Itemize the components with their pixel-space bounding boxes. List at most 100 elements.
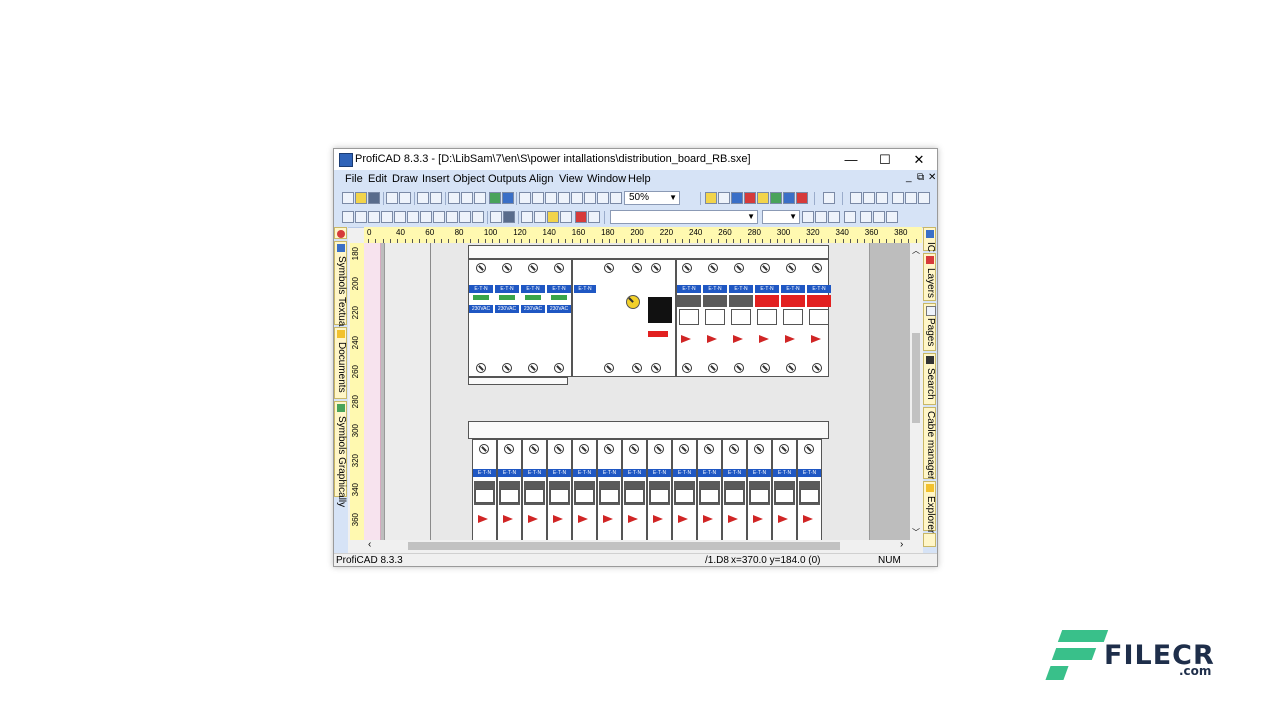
print-preview-icon[interactable] <box>417 192 429 204</box>
menu-align[interactable]: Align <box>529 173 553 185</box>
book-icon[interactable] <box>783 192 795 204</box>
open-icon[interactable] <box>355 192 367 204</box>
menu-object[interactable]: Object <box>453 173 485 185</box>
tab-symbols-graphically[interactable]: Symbols Graphically <box>334 401 347 507</box>
text-align-center-icon[interactable] <box>873 211 885 223</box>
label-icon[interactable] <box>547 211 559 223</box>
text-align-left-icon[interactable] <box>860 211 872 223</box>
mdi-restore-button[interactable]: ⧉ <box>917 172 924 183</box>
zoom-window-icon[interactable] <box>519 192 531 204</box>
tab-ic[interactable]: IC <box>923 227 936 252</box>
zoom-combo[interactable]: 50% ▼ <box>624 191 680 205</box>
junction-icon[interactable] <box>534 211 546 223</box>
horizontal-scrollbar[interactable]: ‹ › <box>364 539 910 552</box>
bus-icon[interactable] <box>560 211 572 223</box>
tab-pages[interactable]: Pages <box>923 303 936 351</box>
tab-search[interactable]: Search <box>923 353 936 405</box>
heart-icon[interactable] <box>744 192 756 204</box>
scroll-up-icon[interactable]: ︿ <box>912 245 920 256</box>
cube-icon[interactable] <box>770 192 782 204</box>
text-icon[interactable] <box>490 211 502 223</box>
favorites-tab[interactable] <box>334 227 347 239</box>
new-icon[interactable] <box>342 192 354 204</box>
vertical-scroll-thumb[interactable] <box>912 333 920 423</box>
polyline-icon[interactable] <box>355 211 367 223</box>
menu-edit[interactable]: Edit <box>368 173 387 185</box>
cut-icon[interactable] <box>448 192 460 204</box>
scroll-left-icon[interactable]: ‹ <box>368 539 371 550</box>
align-right-icon[interactable] <box>876 192 888 204</box>
undo-icon[interactable] <box>386 192 398 204</box>
drawing-canvas[interactable]: E·T·N 230VAC E·T·N 230VAC E·T·N 230VAC E·T·N 23… <box>364 243 910 540</box>
pan-hand-icon[interactable] <box>588 211 600 223</box>
circle-icon[interactable] <box>420 211 432 223</box>
mdi-minimize-button[interactable]: _ <box>906 172 912 183</box>
hatch-icon[interactable] <box>472 211 484 223</box>
align-left-icon[interactable] <box>850 192 862 204</box>
zoom-page-icon[interactable] <box>571 192 583 204</box>
image-icon[interactable] <box>489 192 501 204</box>
minimize-button[interactable]: — <box>834 149 868 170</box>
star-icon[interactable] <box>757 192 769 204</box>
magnifier-icon[interactable] <box>610 192 622 204</box>
picture-icon[interactable] <box>502 192 514 204</box>
tree-icon[interactable] <box>731 192 743 204</box>
tab-cable-manager[interactable]: Cable manager <box>923 407 936 479</box>
zoom-in-icon[interactable] <box>532 192 544 204</box>
align-center-icon[interactable] <box>863 192 875 204</box>
align-top-icon[interactable] <box>892 192 904 204</box>
tab-explorer[interactable]: Explorer <box>923 481 936 533</box>
underline-icon[interactable] <box>828 211 840 223</box>
bold-icon[interactable] <box>802 211 814 223</box>
bezier-icon[interactable] <box>381 211 393 223</box>
cloud-icon[interactable] <box>459 211 471 223</box>
select-region-icon[interactable] <box>823 192 835 204</box>
line-icon[interactable] <box>342 211 354 223</box>
rectangle-icon[interactable] <box>394 211 406 223</box>
zoom-width-icon[interactable] <box>584 192 596 204</box>
hourglass-icon[interactable] <box>433 211 445 223</box>
maximize-button[interactable]: ☐ <box>868 149 902 170</box>
table-icon[interactable] <box>503 211 515 223</box>
italic-icon[interactable] <box>815 211 827 223</box>
menu-outputs[interactable]: Outputs <box>488 173 527 185</box>
zoom-all-icon[interactable] <box>597 192 609 204</box>
menu-file[interactable]: File <box>345 173 363 185</box>
scroll-down-icon[interactable]: ﹀ <box>912 527 920 538</box>
horizontal-scroll-thumb[interactable] <box>408 542 840 550</box>
tab-layers[interactable]: Layers <box>923 253 936 301</box>
scroll-right-icon[interactable]: › <box>900 539 903 550</box>
tab-documents[interactable]: Documents <box>334 327 347 399</box>
align-bottom-icon[interactable] <box>918 192 930 204</box>
copy-icon[interactable] <box>461 192 473 204</box>
ellipse-icon[interactable] <box>407 211 419 223</box>
arc-icon[interactable] <box>368 211 380 223</box>
menu-help[interactable]: Help <box>628 173 651 185</box>
redo-icon[interactable] <box>399 192 411 204</box>
menu-draw[interactable]: Draw <box>392 173 418 185</box>
print-icon[interactable] <box>430 192 442 204</box>
text-align-right-icon[interactable] <box>886 211 898 223</box>
vertical-scrollbar[interactable]: ︿ ﹀ <box>910 243 922 540</box>
shape-icon[interactable] <box>446 211 458 223</box>
paste-icon[interactable] <box>474 192 486 204</box>
extra-tab[interactable] <box>923 533 936 547</box>
align-middle-icon[interactable] <box>905 192 917 204</box>
size-combo[interactable]: ▼ <box>762 210 800 224</box>
network-icon[interactable] <box>718 192 730 204</box>
tab-symbols-textually[interactable]: Symbols Textually <box>334 241 347 336</box>
zoom-out-icon[interactable] <box>545 192 557 204</box>
select-arrow-icon[interactable] <box>575 211 587 223</box>
stack-icon[interactable] <box>796 192 808 204</box>
folder-icon[interactable] <box>705 192 717 204</box>
zoom-fit-icon[interactable] <box>558 192 570 204</box>
font-combo[interactable]: ▼ <box>610 210 758 224</box>
mdi-close-button[interactable]: ✕ <box>928 172 936 183</box>
menu-view[interactable]: View <box>559 173 583 185</box>
save-icon[interactable] <box>368 192 380 204</box>
text-zoom-icon[interactable] <box>844 211 856 223</box>
close-button[interactable]: ✕ <box>902 149 936 170</box>
wire-icon[interactable] <box>521 211 533 223</box>
menu-window[interactable]: Window <box>587 173 626 185</box>
menu-insert[interactable]: Insert <box>422 173 450 185</box>
